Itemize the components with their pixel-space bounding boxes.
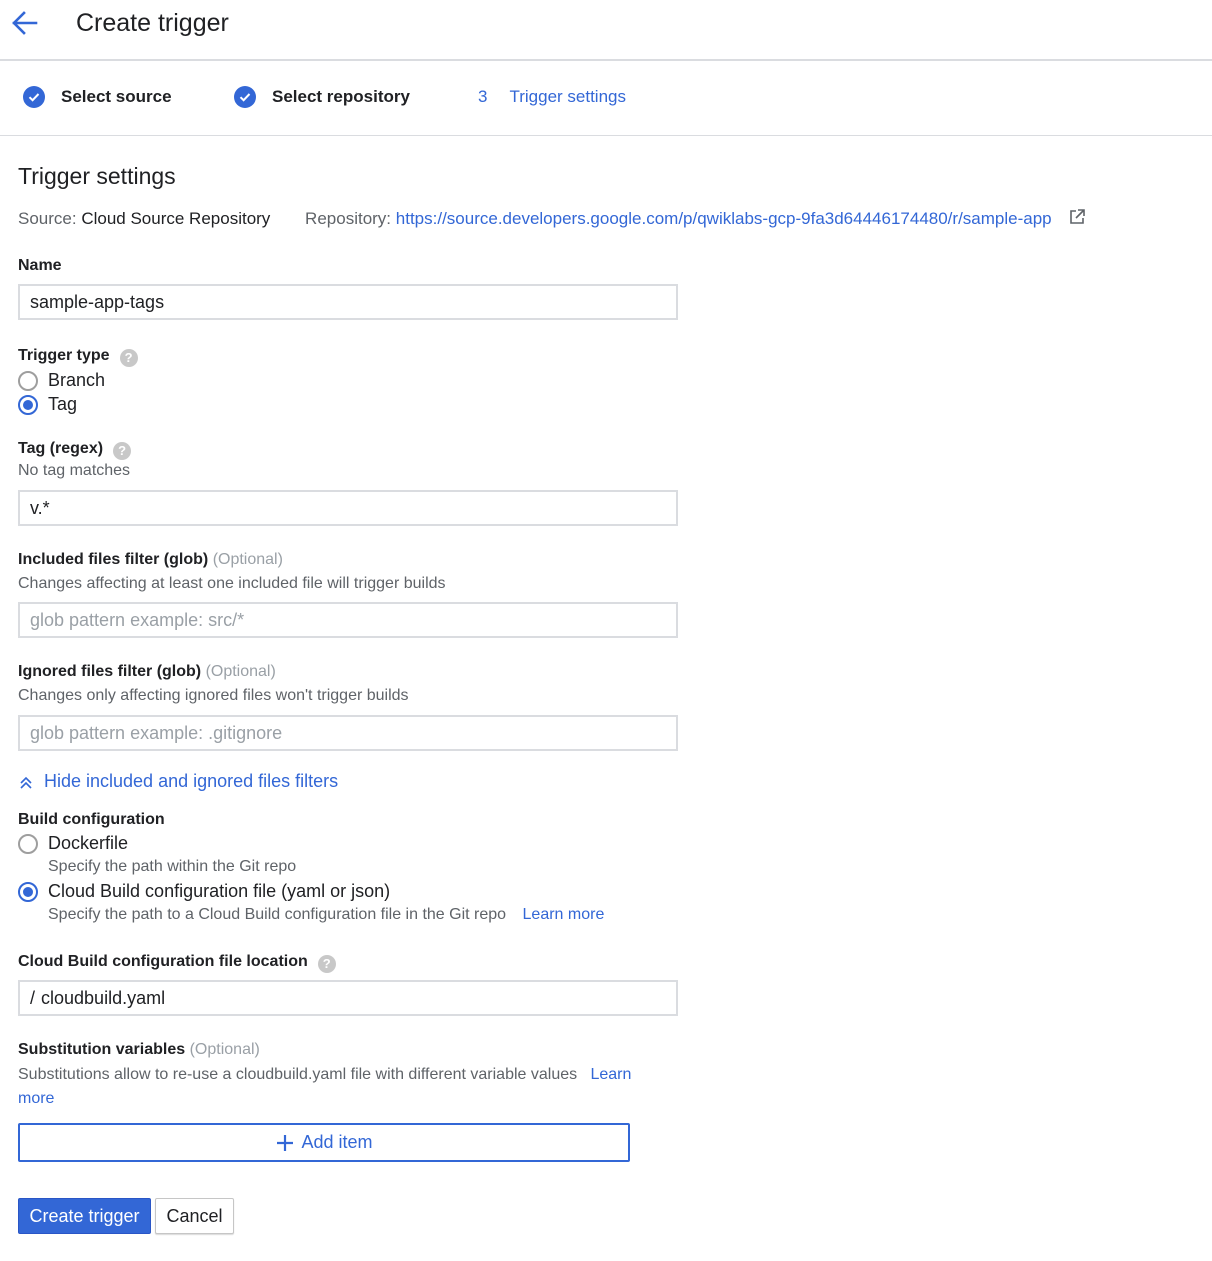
trigger-type-label-text: Trigger type bbox=[18, 347, 110, 364]
radio-checked-icon bbox=[18, 881, 38, 902]
substitution-hint: Substitutions allow to re-use a cloudbui… bbox=[18, 1063, 668, 1111]
ignored-filter-label-text: Ignored files filter (glob) bbox=[18, 663, 202, 680]
included-filter-label: Included files filter (glob) (Optional) bbox=[18, 551, 283, 569]
config-location-field[interactable]: / bbox=[18, 980, 678, 1016]
step-number: 3 bbox=[478, 87, 488, 106]
page-title: Create trigger bbox=[76, 9, 229, 37]
tag-regex-label-text: Tag (regex) bbox=[18, 440, 104, 457]
name-label: Name bbox=[18, 257, 62, 274]
plus-icon bbox=[277, 1134, 294, 1151]
config-location-label-text: Cloud Build configuration file location bbox=[18, 953, 308, 970]
ignored-filter-hint: Changes only affecting ignored files won… bbox=[18, 687, 409, 704]
radio-label: Cloud Build configuration file (yaml or … bbox=[48, 881, 391, 901]
config-location-input[interactable] bbox=[41, 987, 642, 1009]
source-label: Source: bbox=[18, 209, 77, 228]
substitution-hint-text: Substitutions allow to re-use a cloudbui… bbox=[18, 1066, 578, 1083]
stepper: Select source Select repository 3 Trigge… bbox=[0, 61, 1212, 136]
add-item-button[interactable]: Add item bbox=[18, 1123, 630, 1162]
optional-tag: (Optional) bbox=[189, 1041, 260, 1058]
check-circle-icon bbox=[234, 86, 256, 108]
step-select-source[interactable]: Select source bbox=[23, 61, 172, 133]
repository-link[interactable]: https://source.developers.google.com/p/q… bbox=[396, 209, 1052, 228]
add-item-label: Add item bbox=[301, 1132, 373, 1152]
hide-filters-label: Hide included and ignored files filters bbox=[44, 771, 339, 791]
ignored-filter-label: Ignored files filter (glob) (Optional) bbox=[18, 663, 276, 681]
source-value: Cloud Source Repository bbox=[81, 209, 271, 228]
radio-dockerfile[interactable]: Dockerfile bbox=[18, 833, 128, 854]
tag-regex-label: Tag (regex)? bbox=[18, 440, 132, 460]
cancel-button[interactable]: Cancel bbox=[155, 1198, 234, 1234]
source-info: Source: Cloud Source Repository Reposito… bbox=[18, 208, 1086, 231]
included-filter-hint: Changes affecting at least one included … bbox=[18, 575, 446, 592]
top-bar: Create trigger bbox=[0, 0, 1212, 61]
radio-tag[interactable]: Tag bbox=[18, 394, 77, 415]
back-button[interactable] bbox=[8, 8, 42, 38]
step-label: Trigger settings bbox=[509, 87, 626, 106]
chevron-double-up-icon bbox=[20, 776, 32, 789]
config-location-label: Cloud Build configuration file location? bbox=[18, 953, 336, 973]
cloud-build-config-hint: Specify the path to a Cloud Build config… bbox=[48, 906, 604, 924]
included-filter-label-text: Included files filter (glob) bbox=[18, 551, 209, 568]
tag-regex-input[interactable] bbox=[18, 490, 678, 526]
optional-tag: (Optional) bbox=[205, 663, 276, 680]
help-icon[interactable]: ? bbox=[317, 955, 336, 973]
included-filter-input[interactable] bbox=[18, 602, 678, 638]
step-select-repository[interactable]: Select repository bbox=[234, 61, 410, 133]
optional-tag: (Optional) bbox=[212, 551, 283, 568]
radio-branch[interactable]: Branch bbox=[18, 370, 105, 391]
hide-filters-link[interactable]: Hide included and ignored files filters bbox=[18, 771, 338, 792]
trigger-type-label: Trigger type? bbox=[18, 347, 138, 367]
radio-unchecked-icon bbox=[18, 833, 38, 854]
create-trigger-button[interactable]: Create trigger bbox=[18, 1198, 151, 1234]
open-in-new-icon[interactable] bbox=[1068, 208, 1086, 231]
name-input[interactable] bbox=[18, 284, 678, 320]
arrow-back-icon bbox=[12, 11, 38, 35]
path-prefix: / bbox=[30, 987, 36, 1008]
step-label: Select repository bbox=[272, 87, 410, 106]
help-icon[interactable]: ? bbox=[119, 349, 138, 367]
learn-more-link[interactable]: Learn more bbox=[523, 906, 605, 923]
repository-label: Repository: bbox=[305, 209, 392, 228]
step-trigger-settings[interactable]: 3 Trigger settings bbox=[478, 61, 626, 133]
section-title: Trigger settings bbox=[18, 163, 176, 189]
radio-label: Tag bbox=[48, 394, 78, 414]
help-icon[interactable]: ? bbox=[113, 442, 132, 460]
radio-cloud-build-config[interactable]: Cloud Build configuration file (yaml or … bbox=[18, 881, 390, 902]
cloud-build-config-hint-text: Specify the path to a Cloud Build config… bbox=[48, 906, 507, 923]
substitution-label: Substitution variables (Optional) bbox=[18, 1041, 260, 1059]
radio-unchecked-icon bbox=[18, 370, 38, 391]
dockerfile-hint: Specify the path within the Git repo bbox=[48, 858, 297, 875]
check-circle-icon bbox=[23, 86, 45, 108]
ignored-filter-input[interactable] bbox=[18, 715, 678, 751]
radio-label: Dockerfile bbox=[48, 833, 129, 853]
radio-label: Branch bbox=[48, 370, 106, 390]
radio-checked-icon bbox=[18, 394, 38, 415]
tag-hint: No tag matches bbox=[18, 462, 131, 479]
build-config-label: Build configuration bbox=[18, 811, 165, 828]
step-label: Select source bbox=[61, 87, 172, 106]
substitution-label-text: Substitution variables bbox=[18, 1041, 186, 1058]
